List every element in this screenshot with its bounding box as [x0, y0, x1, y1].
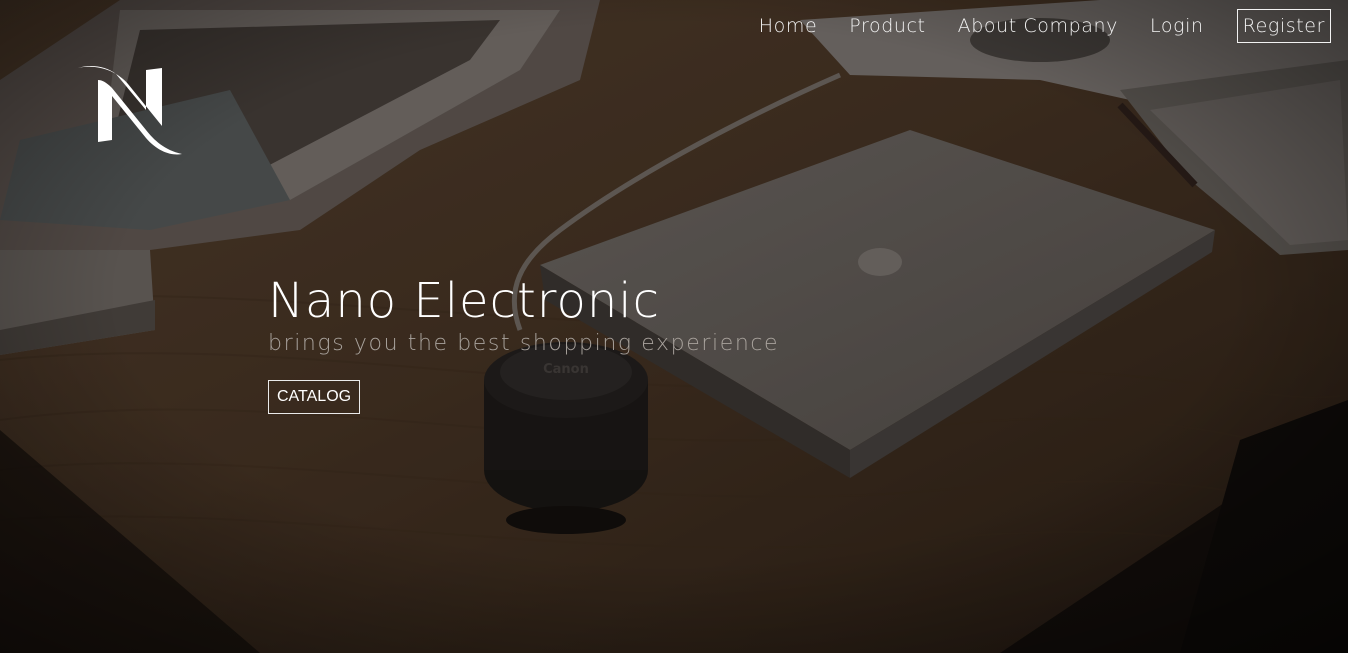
catalog-button[interactable]: CATALOG	[268, 380, 361, 414]
top-navigation: Home Product About Company Login Registe…	[743, 9, 1331, 43]
nav-about-company-link[interactable]: About Company	[942, 9, 1134, 43]
hero-headline-block: Nano Electronic brings you the best shop…	[268, 272, 779, 414]
n-swoosh-logo-icon[interactable]	[76, 64, 184, 160]
hero-subtitle: brings you the best shopping experience	[268, 331, 780, 356]
nav-product-link[interactable]: Product	[833, 9, 941, 43]
hero-section: Canon Home Product About Company Login R…	[0, 0, 1348, 653]
nav-home-link[interactable]: Home	[743, 9, 834, 43]
register-button[interactable]: Register	[1236, 9, 1331, 43]
hero-title: Nano Electronic	[268, 273, 660, 329]
nav-login-link[interactable]: Login	[1134, 9, 1220, 43]
